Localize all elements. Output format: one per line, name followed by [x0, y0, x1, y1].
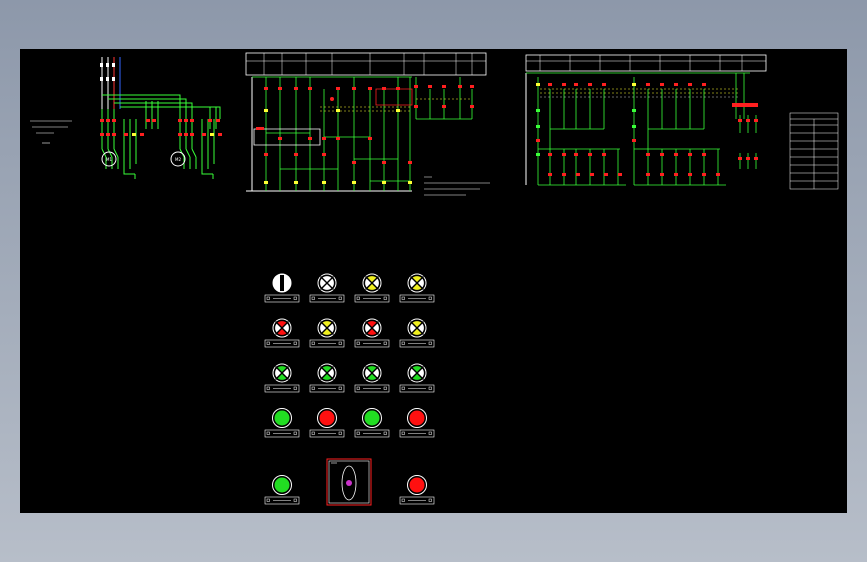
schematic-svg: M1 M2 — [30, 52, 839, 506]
indicator-r2-c2[interactable] — [309, 318, 345, 348]
indicator-r2-c1[interactable] — [264, 318, 300, 348]
motor-m1: M1 — [101, 151, 117, 167]
indicator-r2-c4[interactable] — [399, 318, 435, 348]
indicator-r1-c3[interactable] — [354, 273, 390, 303]
bottom-button-3[interactable] — [399, 475, 435, 505]
indicator-r2-c3[interactable] — [354, 318, 390, 348]
power-left-notes — [30, 120, 72, 144]
indicator-r1-c2[interactable] — [309, 273, 345, 303]
motor-m2-label: M2 — [175, 157, 181, 162]
motor-m1-label: M1 — [106, 157, 112, 162]
indicator-r1-c4[interactable] — [399, 273, 435, 303]
indicator-r4-c3[interactable] — [354, 408, 390, 438]
motor-m2: M2 — [170, 151, 186, 167]
io-legend-table — [789, 112, 839, 190]
operator-panel — [264, 273, 435, 506]
indicator-r4-c4[interactable] — [399, 408, 435, 438]
indicator-r4-c2[interactable] — [309, 408, 345, 438]
selector-switch[interactable] — [326, 458, 372, 506]
indicator-r4-c1[interactable] — [264, 408, 300, 438]
control-circuit — [245, 52, 490, 196]
indicator-r3-c4[interactable] — [399, 363, 435, 393]
indicator-r3-c2[interactable] — [309, 363, 345, 393]
main-power-circuit — [101, 57, 221, 179]
indicator-r3-c1[interactable] — [264, 363, 300, 393]
indicator-r3-c3[interactable] — [354, 363, 390, 393]
plc-io-diagram — [525, 54, 767, 186]
cad-drawing-canvas[interactable]: M1 M2 — [20, 49, 847, 513]
bottom-button-1[interactable] — [264, 475, 300, 505]
indicator-r1-c1[interactable] — [264, 273, 300, 303]
